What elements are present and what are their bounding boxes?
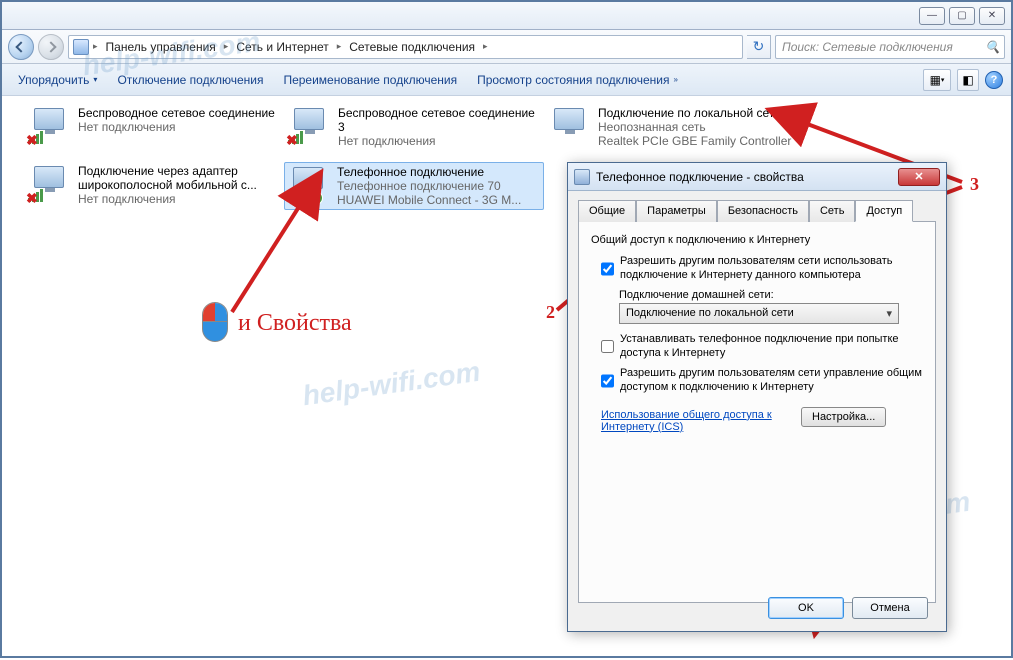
breadcrumb-item[interactable]: Сеть и Интернет — [232, 38, 332, 56]
network-adapter-icon: ✖ — [28, 164, 70, 204]
tab-strip: Общие Параметры Безопасность Сеть Доступ — [568, 191, 946, 221]
disconnected-x-icon: ✖ — [26, 190, 40, 204]
home-network-label: Подключение домашней сети: — [619, 289, 923, 301]
breadcrumb-item[interactable]: Сетевые подключения — [345, 38, 479, 56]
refresh-button[interactable]: ↻ — [747, 35, 771, 59]
chevron-right-icon: ▸ — [335, 41, 344, 52]
command-toolbar: Упорядочить▾ Отключение подключения Пере… — [2, 64, 1011, 96]
establish-dialup-label: Устанавливать телефонное подключение при… — [620, 332, 923, 361]
tab-panel-sharing: Общий доступ к подключению к Интернету Р… — [578, 221, 936, 603]
disconnected-x-icon: ✖ — [26, 132, 40, 146]
network-adapter-icon: ✓ — [287, 165, 329, 205]
connection-item-wireless-1[interactable]: ✖ Беспроводное сетевое соединениеНет под… — [28, 106, 278, 146]
window-minimize-button[interactable]: — — [919, 7, 945, 25]
network-adapter-icon — [548, 106, 590, 146]
disconnected-x-icon: ✖ — [286, 132, 300, 146]
connection-item-wireless-3[interactable]: ✖ Беспроводное сетевое соединение 3Нет п… — [288, 106, 538, 148]
disable-connection-button[interactable]: Отключение подключения — [109, 69, 271, 91]
network-adapter-icon: ✖ — [288, 106, 330, 146]
dialog-icon — [574, 169, 590, 185]
allow-control-label: Разрешить другим пользователям сети упра… — [620, 366, 923, 395]
change-view-button[interactable]: ▦▾ — [923, 69, 951, 91]
mouse-icon — [202, 302, 228, 342]
network-adapter-icon: ✖ — [28, 106, 70, 146]
settings-button[interactable]: Настройка... — [801, 407, 886, 427]
tab-security[interactable]: Безопасность — [717, 200, 809, 222]
help-icon[interactable]: ? — [985, 71, 1003, 89]
search-icon: 🔍 — [985, 40, 1000, 54]
tab-general[interactable]: Общие — [578, 200, 636, 222]
preview-pane-button[interactable]: ◧ — [957, 69, 979, 91]
dialog-close-button[interactable]: ✕ — [898, 168, 940, 186]
tab-sharing[interactable]: Доступ — [855, 200, 913, 222]
ics-help-link[interactable]: Использование общего доступа к Интернету… — [601, 409, 801, 433]
view-status-button[interactable]: Просмотр состояния подключения» — [469, 69, 686, 91]
control-panel-icon — [73, 39, 89, 55]
watermark-text: help-wifi.com — [301, 356, 483, 413]
allow-control-checkbox[interactable] — [601, 367, 614, 395]
allow-others-checkbox[interactable] — [601, 255, 614, 283]
connection-item-broadband[interactable]: ✖ Подключение через адаптер широкополосн… — [28, 164, 278, 206]
sharing-section-label: Общий доступ к подключению к Интернету — [591, 234, 923, 246]
rename-connection-button[interactable]: Переименование подключения — [275, 69, 465, 91]
chevron-right-icon: ▸ — [222, 41, 231, 52]
dialog-titlebar[interactable]: Телефонное подключение - свойства ✕ — [568, 163, 946, 191]
address-bar: ▸ Панель управления ▸ Сеть и Интернет ▸ … — [2, 30, 1011, 64]
dialog-title-text: Телефонное подключение - свойства — [596, 170, 804, 184]
annotation-number-2: 2 — [546, 302, 555, 323]
connection-item-phone[interactable]: ✓ Телефонное подключениеТелефонное подкл… — [284, 162, 544, 210]
chevron-right-icon: ▸ — [481, 41, 490, 52]
chevron-right-icon: ▸ — [91, 41, 100, 52]
window-maximize-button[interactable]: ▢ — [949, 7, 975, 25]
organize-button[interactable]: Упорядочить▾ — [10, 69, 105, 91]
tab-network[interactable]: Сеть — [809, 200, 855, 222]
establish-dialup-checkbox[interactable] — [601, 333, 614, 361]
annotation-number-3: 3 — [970, 174, 979, 195]
breadcrumb-item[interactable]: Панель управления — [102, 38, 220, 56]
breadcrumb[interactable]: ▸ Панель управления ▸ Сеть и Интернет ▸ … — [68, 35, 743, 59]
window-close-button[interactable]: ✕ — [979, 7, 1005, 25]
connected-check-icon: ✓ — [309, 191, 323, 205]
ok-button[interactable]: OK — [768, 597, 844, 619]
home-network-combo[interactable]: Подключение по локальной сети — [619, 303, 899, 324]
cancel-button[interactable]: Отмена — [852, 597, 928, 619]
search-placeholder: Поиск: Сетевые подключения — [782, 40, 953, 54]
allow-others-label: Разрешить другим пользователям сети испо… — [620, 254, 923, 283]
nav-forward-button[interactable] — [38, 34, 64, 60]
properties-dialog: Телефонное подключение - свойства ✕ Общи… — [567, 162, 947, 632]
connection-item-lan[interactable]: Подключение по локальной сетиНеопознанна… — [548, 106, 798, 148]
nav-back-button[interactable] — [8, 34, 34, 60]
tab-options[interactable]: Параметры — [636, 200, 717, 222]
window-titlebar: — ▢ ✕ — [2, 2, 1011, 30]
search-input[interactable]: Поиск: Сетевые подключения 🔍 — [775, 35, 1005, 59]
annotation-properties-text: и Свойства — [238, 310, 352, 337]
